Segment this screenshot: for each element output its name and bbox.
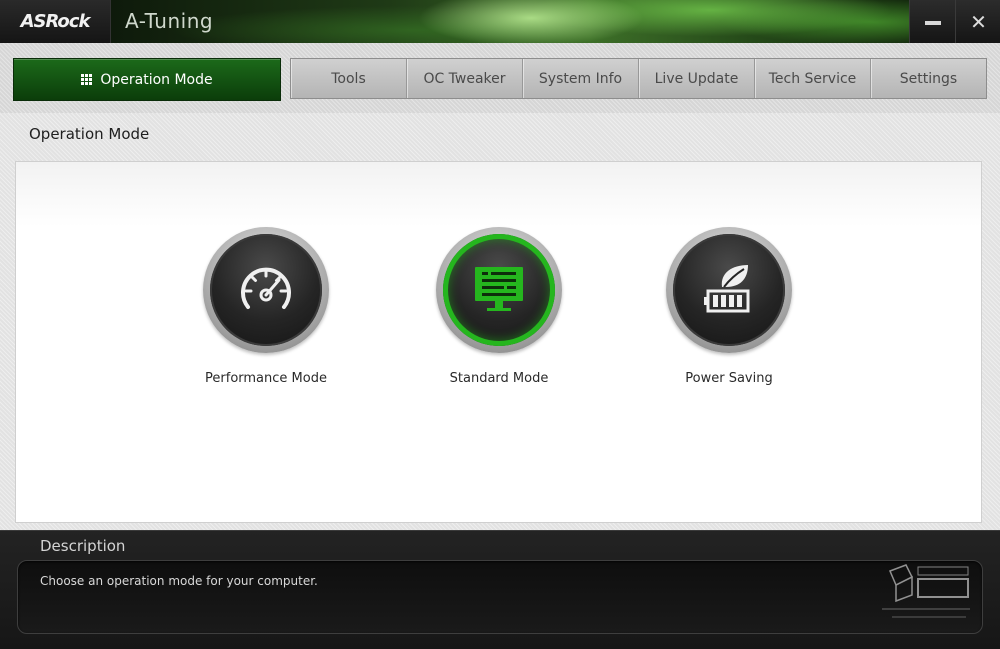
grid-icon [81, 74, 93, 85]
content-area: Operation Mode Performance Mode Standard… [0, 113, 1000, 530]
description-title: Description [40, 537, 126, 555]
speedometer-icon [241, 267, 291, 309]
title-banner [111, 0, 909, 43]
watermark-logo [882, 564, 970, 618]
performance-mode-ring [203, 227, 329, 353]
tab-oc-tweaker[interactable]: OC Tweaker [407, 59, 523, 98]
power-saving-label: Power Saving [685, 371, 773, 386]
app-title: A-Tuning [125, 9, 214, 33]
minimize-button[interactable] [909, 0, 955, 43]
standard-mode-label: Standard Mode [449, 371, 549, 386]
nav-bar: Operation Mode Tools OC Tweaker System I… [0, 43, 1000, 113]
performance-mode-button[interactable]: Performance Mode [176, 227, 356, 386]
tab-operation-mode-label: Operation Mode [100, 71, 213, 88]
power-saving-disc [673, 234, 785, 346]
title-bar: ASRock A-Tuning ✕ [0, 0, 1000, 43]
power-saving-ring [666, 227, 792, 353]
standard-mode-disc [443, 234, 555, 346]
minimize-icon [924, 20, 941, 25]
tab-live-update[interactable]: Live Update [639, 59, 755, 98]
tab-operation-mode[interactable]: Operation Mode [13, 58, 281, 101]
logo-text: ASRock [20, 11, 91, 32]
close-icon: ✕ [970, 9, 987, 34]
power-saving-button[interactable]: Power Saving [639, 227, 819, 386]
description-box: Choose an operation mode for your comput… [17, 560, 983, 634]
description-text: Choose an operation mode for your comput… [40, 574, 318, 588]
a-tuning-window: ASRock A-Tuning ✕ Operation Mode Tools O… [0, 0, 1000, 649]
leaf-battery-icon [704, 265, 750, 313]
page-title: Operation Mode [29, 125, 150, 143]
tab-tools[interactable]: Tools [291, 59, 407, 98]
standard-mode-button[interactable]: Standard Mode [409, 227, 589, 386]
asrock-logo: ASRock [0, 0, 111, 43]
nav-tabs: Tools OC Tweaker System Info Live Update… [290, 58, 987, 99]
tab-system-info[interactable]: System Info [523, 59, 639, 98]
close-button[interactable]: ✕ [955, 0, 1000, 43]
tab-settings[interactable]: Settings [871, 59, 986, 98]
tab-tech-service[interactable]: Tech Service [755, 59, 871, 98]
standard-mode-ring [436, 227, 562, 353]
performance-mode-label: Performance Mode [205, 371, 327, 386]
description-area: Description Choose an operation mode for… [0, 530, 1000, 649]
monitor-icon [475, 267, 523, 311]
mode-panel: Performance Mode Standard Mode Power Sav… [15, 161, 982, 523]
performance-mode-disc [210, 234, 322, 346]
